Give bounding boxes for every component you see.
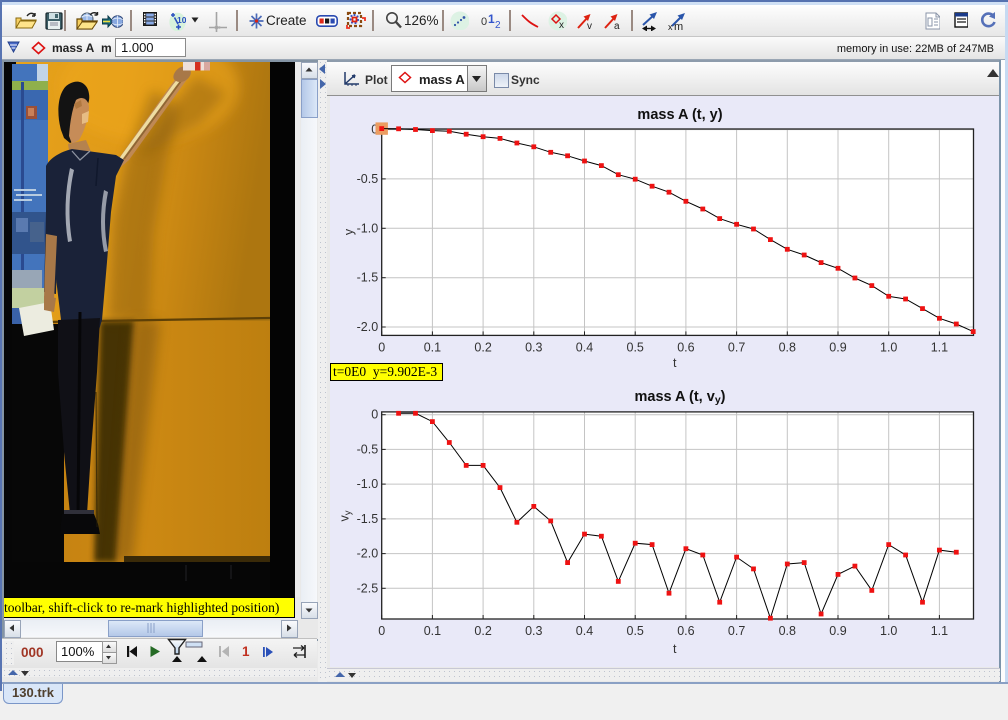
svg-text:-1.0: -1.0 bbox=[357, 477, 379, 491]
svg-text:-0.5: -0.5 bbox=[357, 442, 379, 456]
svg-text:0.3: 0.3 bbox=[525, 340, 542, 354]
svg-text:0.9: 0.9 bbox=[829, 340, 846, 354]
svg-text:0.8: 0.8 bbox=[779, 624, 796, 638]
svg-text:1.1: 1.1 bbox=[931, 624, 948, 638]
svg-text:0.6: 0.6 bbox=[677, 340, 694, 354]
svg-text:-0.5: -0.5 bbox=[357, 172, 379, 186]
svg-text:a: a bbox=[614, 21, 620, 30]
svg-text:0.4: 0.4 bbox=[576, 340, 593, 354]
svg-text:1: 1 bbox=[488, 12, 495, 26]
svg-text:0.8: 0.8 bbox=[779, 340, 796, 354]
svg-text:1.0: 1.0 bbox=[880, 340, 897, 354]
svg-text:0.6: 0.6 bbox=[677, 624, 694, 638]
svg-text:-2.0: -2.0 bbox=[357, 547, 379, 561]
svg-text:0.5: 0.5 bbox=[627, 624, 644, 638]
svg-text:2: 2 bbox=[495, 20, 501, 31]
svg-text:0.2: 0.2 bbox=[474, 624, 491, 638]
svg-text:v: v bbox=[587, 21, 592, 30]
svg-text:0: 0 bbox=[481, 16, 487, 28]
svg-text:0.9: 0.9 bbox=[829, 624, 846, 638]
svg-text:0: 0 bbox=[378, 340, 385, 354]
svg-text:-1.0: -1.0 bbox=[357, 221, 379, 235]
svg-text:-2.0: -2.0 bbox=[357, 320, 379, 334]
svg-text:0.7: 0.7 bbox=[728, 340, 745, 354]
svg-text:0.5: 0.5 bbox=[627, 340, 644, 354]
svg-text:0: 0 bbox=[378, 624, 385, 638]
svg-text:1.0: 1.0 bbox=[880, 624, 897, 638]
svg-text:-2.5: -2.5 bbox=[357, 581, 379, 595]
svg-text:0.1: 0.1 bbox=[424, 340, 441, 354]
svg-text:0.7: 0.7 bbox=[728, 624, 745, 638]
svg-text:0.4: 0.4 bbox=[576, 624, 593, 638]
svg-text:0.3: 0.3 bbox=[525, 624, 542, 638]
svg-text:0: 0 bbox=[371, 408, 378, 422]
svg-text:10: 10 bbox=[177, 15, 186, 25]
svg-text:m: m bbox=[674, 21, 683, 31]
svg-text:-1.5: -1.5 bbox=[357, 512, 379, 526]
svg-text:0.2: 0.2 bbox=[474, 340, 491, 354]
svg-text:x: x bbox=[559, 20, 564, 31]
svg-text:-1.5: -1.5 bbox=[357, 271, 379, 285]
svg-text:1.1: 1.1 bbox=[931, 340, 948, 354]
svg-text:0.1: 0.1 bbox=[424, 624, 441, 638]
svg-text:x: x bbox=[668, 22, 673, 31]
